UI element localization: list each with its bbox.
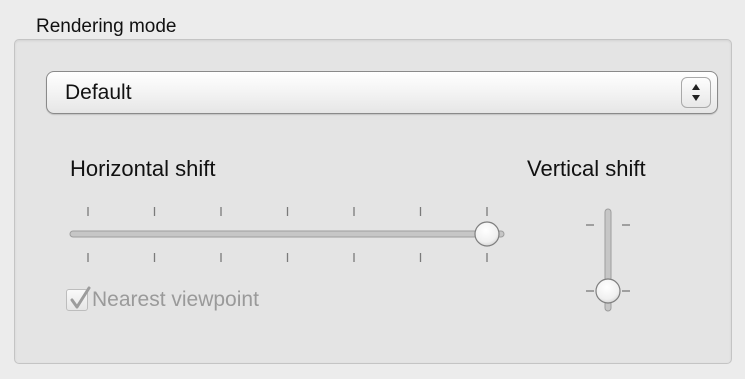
horizontal-shift-knob[interactable]	[474, 221, 500, 247]
checkmark-icon	[70, 286, 91, 309]
nearest-viewpoint-checkbox[interactable]	[66, 286, 91, 311]
rendering-mode-panel: Rendering mode Default Horizontal shift …	[0, 0, 745, 379]
nearest-viewpoint-label: Nearest viewpoint	[92, 288, 259, 311]
vertical-shift-knob[interactable]	[595, 278, 621, 304]
vertical-shift-ticks-right	[622, 224, 630, 292]
nearest-viewpoint-row[interactable]: Nearest viewpoint	[66, 286, 259, 314]
horizontal-shift-ticks-bottom	[87, 253, 488, 262]
horizontal-shift-track[interactable]	[69, 230, 505, 238]
vertical-shift-ticks-left	[586, 224, 594, 292]
slider-layer	[69, 207, 630, 312]
horizontal-shift-ticks-top	[87, 207, 488, 216]
